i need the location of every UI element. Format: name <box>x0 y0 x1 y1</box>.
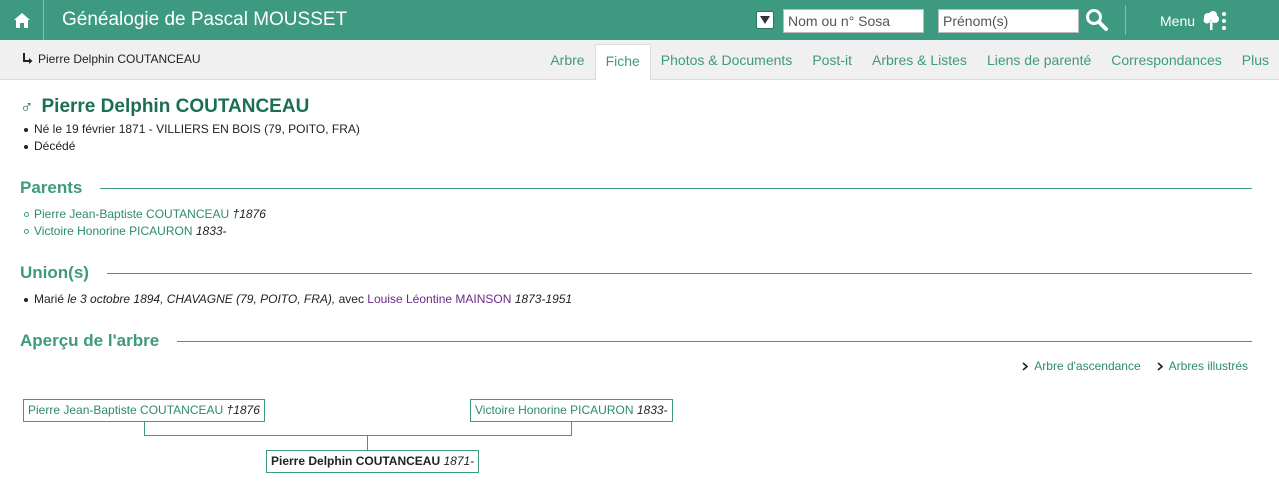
unions-list: Marié le 3 octobre 1894, CHAVAGNE (79, P… <box>22 291 572 308</box>
sub-bar: Pierre Delphin COUTANCEAU Arbre Fiche Ph… <box>0 40 1279 81</box>
mother-dates: 1833- <box>195 224 227 238</box>
chevron-right-icon <box>1022 361 1029 371</box>
menu-label: Menu <box>1160 13 1196 29</box>
spouse-dates: 1873-1951 <box>514 292 573 306</box>
menu-button[interactable]: Menu <box>1160 11 1227 31</box>
mother-link[interactable]: Victoire Honorine PICAURON <box>34 224 193 238</box>
union-with: avec <box>338 292 364 306</box>
tree-section: Aperçu de l'arbre <box>20 331 1252 351</box>
death-info: Décédé <box>22 138 360 155</box>
tree-self-dates: 1871- <box>443 454 475 468</box>
spouse-link[interactable]: Louise Léontine MAINSON <box>367 292 511 306</box>
home-icon <box>13 12 30 28</box>
tab-arbre[interactable]: Arbre <box>540 44 594 80</box>
tab-photos-documents[interactable]: Photos & Documents <box>651 44 803 80</box>
parents-list: Pierre Jean-Baptiste COUTANCEAU †1876 Vi… <box>22 206 266 240</box>
person-name: Pierre Delphin COUTANCEAU <box>41 96 310 117</box>
tree-connector <box>367 435 368 450</box>
tab-correspondances[interactable]: Correspondances <box>1101 44 1232 80</box>
tree-mother-name: Victoire Honorine PICAURON <box>475 403 634 417</box>
person-facts: Né le 19 février 1871 - VILLIERS EN BOIS… <box>22 121 360 155</box>
male-icon: ♂ <box>20 96 34 117</box>
illustrated-trees-link-label: Arbres illustrés <box>1168 359 1248 373</box>
tree-father-box[interactable]: Pierre Jean-Baptiste COUTANCEAU †1876 <box>23 399 265 422</box>
parents-heading: Parents <box>20 178 83 197</box>
tree-connector <box>144 435 572 436</box>
tree-connector <box>571 422 572 435</box>
parents-section: Parents <box>20 178 1252 198</box>
top-bar: Généalogie de Pascal MOUSSET Menu <box>0 0 1279 40</box>
tree-father-dates: †1876 <box>226 403 260 417</box>
tree-mother-box[interactable]: Victoire Honorine PICAURON 1833- <box>470 399 673 422</box>
tree-connector <box>144 422 145 435</box>
tree-heading: Aperçu de l'arbre <box>20 331 160 350</box>
triangle-down-icon <box>760 16 770 24</box>
ascendance-link-label: Arbre d'ascendance <box>1034 359 1141 373</box>
union-details: le 3 octobre 1894, CHAVAGNE (79, POITO, … <box>67 292 336 306</box>
section-rule <box>177 340 1252 342</box>
unions-heading: Union(s) <box>20 263 89 282</box>
unions-section: Union(s) <box>20 263 1252 283</box>
breadcrumb: Pierre Delphin COUTANCEAU <box>22 52 201 66</box>
home-button[interactable] <box>0 0 44 40</box>
birth-info: Né le 19 février 1871 - VILLIERS EN BOIS… <box>22 121 360 138</box>
firstname-input[interactable] <box>938 9 1079 33</box>
tree-self-name: Pierre Delphin COUTANCEAU <box>271 454 441 468</box>
tree-mother-dates: 1833- <box>636 403 668 417</box>
chevron-right-icon <box>1157 361 1163 371</box>
tab-fiche[interactable]: Fiche <box>594 44 651 81</box>
union-item: Marié le 3 octobre 1894, CHAVAGNE (79, P… <box>22 291 572 308</box>
tab-liens-parente[interactable]: Liens de parenté <box>977 44 1101 80</box>
parent-item: Victoire Honorine PICAURON 1833- <box>22 223 266 240</box>
return-arrow-icon <box>23 53 33 64</box>
tree-self-box[interactable]: Pierre Delphin COUTANCEAU 1871- <box>266 450 480 473</box>
tab-bar: Arbre Fiche Photos & Documents Post-it A… <box>540 44 1279 81</box>
site-title[interactable]: Généalogie de Pascal MOUSSET <box>62 9 347 31</box>
tree-father-name: Pierre Jean-Baptiste COUTANCEAU <box>28 403 224 417</box>
tab-post-it[interactable]: Post-it <box>802 44 862 80</box>
header-divider <box>1125 5 1126 35</box>
tab-plus[interactable]: Plus <box>1232 44 1279 80</box>
breadcrumb-label[interactable]: Pierre Delphin COUTANCEAU <box>38 52 201 66</box>
ascendance-link[interactable]: Arbre d'ascendance <box>1022 359 1141 373</box>
search-button[interactable] <box>1085 8 1109 32</box>
person-heading: ♂ Pierre Delphin COUTANCEAU <box>20 96 309 118</box>
union-prefix: Marié <box>34 292 65 306</box>
name-sosa-input[interactable] <box>783 9 924 33</box>
parent-item: Pierre Jean-Baptiste COUTANCEAU †1876 <box>22 206 266 223</box>
section-rule <box>100 187 1252 189</box>
search-type-dropdown[interactable] <box>756 11 774 29</box>
tree-icon <box>1203 11 1227 30</box>
tab-arbres-listes[interactable]: Arbres & Listes <box>862 44 977 80</box>
father-dates: †1876 <box>232 207 266 221</box>
illustrated-trees-link[interactable]: Arbres illustrés <box>1157 359 1248 373</box>
father-link[interactable]: Pierre Jean-Baptiste COUTANCEAU <box>34 207 229 221</box>
section-rule <box>106 272 1252 274</box>
tree-links: Arbre d'ascendance Arbres illustrés <box>1022 359 1248 373</box>
search-icon <box>1086 9 1108 31</box>
